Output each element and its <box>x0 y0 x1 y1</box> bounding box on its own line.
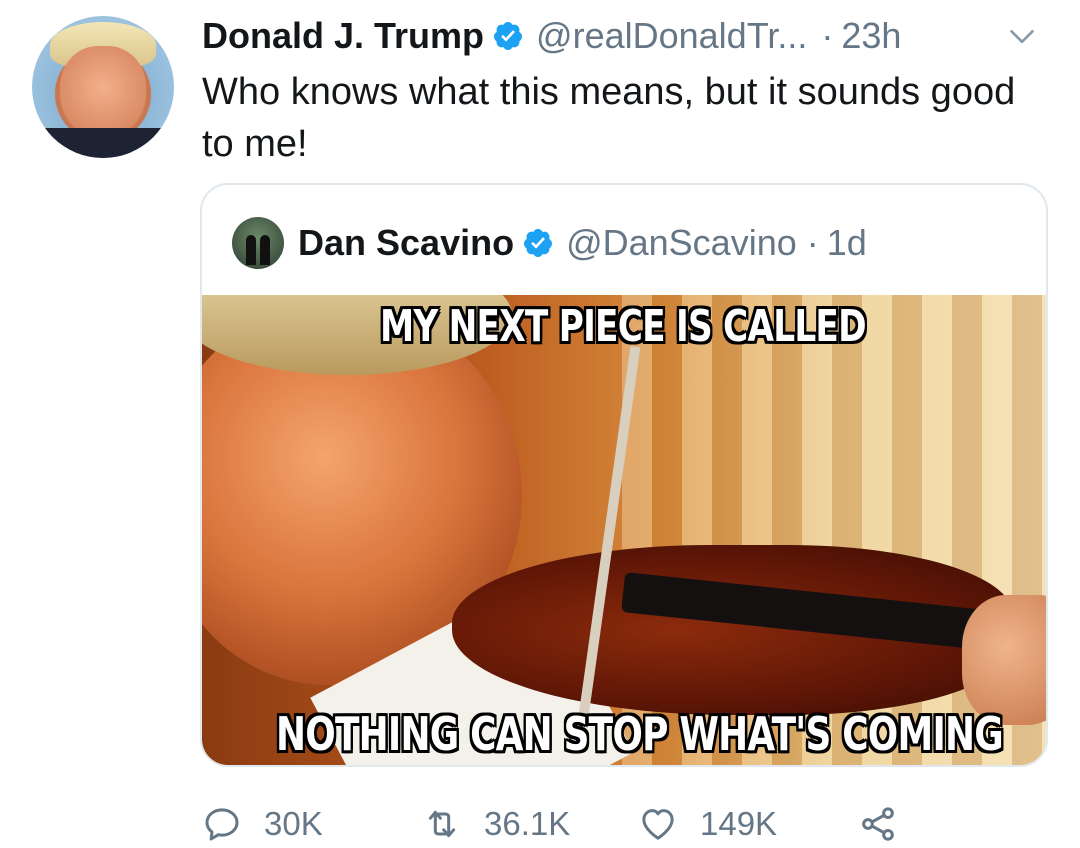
retweet-count: 36.1K <box>484 805 571 842</box>
retweet-button[interactable]: 36.1K <box>422 800 570 848</box>
tweet-header: Donald J. Trump @realDonaldTr... · 23h <box>202 14 901 58</box>
avatar-suit <box>32 128 174 158</box>
quoted-tweet-header: Dan Scavino @DanScavino · 1d <box>232 215 867 271</box>
like-icon <box>642 809 674 840</box>
reply-count: 30K <box>264 805 323 842</box>
retweet-icon <box>428 810 456 838</box>
share-button[interactable] <box>858 800 920 848</box>
meme-top-caption: MY NEXT PIECE IS CALLED <box>380 301 867 352</box>
author-name[interactable]: Donald J. Trump <box>202 15 484 57</box>
quoted-tweet[interactable]: Dan Scavino @DanScavino · 1d MY NEXT PIE… <box>200 183 1048 767</box>
author-avatar[interactable] <box>32 16 174 158</box>
meme-bottom-caption: NOTHING CAN STOP WHAT'S COMING <box>276 707 1004 761</box>
quoted-tweet-time[interactable]: 1d <box>827 222 867 264</box>
verified-badge-icon <box>494 22 523 50</box>
meme-hand <box>962 595 1046 725</box>
verified-badge-icon <box>524 229 553 257</box>
tweet-text: Who knows what this means, but it sounds… <box>202 71 1016 165</box>
like-count: 149K <box>700 805 778 842</box>
reply-icon <box>205 808 239 841</box>
author-handle[interactable]: @realDonaldTr... <box>536 15 807 57</box>
tweet-actions: 30K 36.1K 149K <box>202 800 1048 848</box>
like-button[interactable]: 149K <box>638 800 777 848</box>
tweet-time[interactable]: 23h <box>841 15 901 57</box>
separator-dot: · <box>821 15 834 56</box>
chevron-down-icon[interactable] <box>1008 22 1036 50</box>
quoted-author-avatar[interactable] <box>232 217 284 269</box>
share-icon <box>862 807 894 841</box>
quoted-author-handle[interactable]: @DanScavino <box>566 222 797 264</box>
meme-image[interactable]: MY NEXT PIECE IS CALLED NOTHING CAN STOP… <box>202 295 1046 765</box>
quoted-author-name[interactable]: Dan Scavino <box>298 222 514 264</box>
reply-button[interactable]: 30K <box>202 800 323 848</box>
separator-dot: · <box>806 222 819 263</box>
avatar-face <box>60 46 146 138</box>
